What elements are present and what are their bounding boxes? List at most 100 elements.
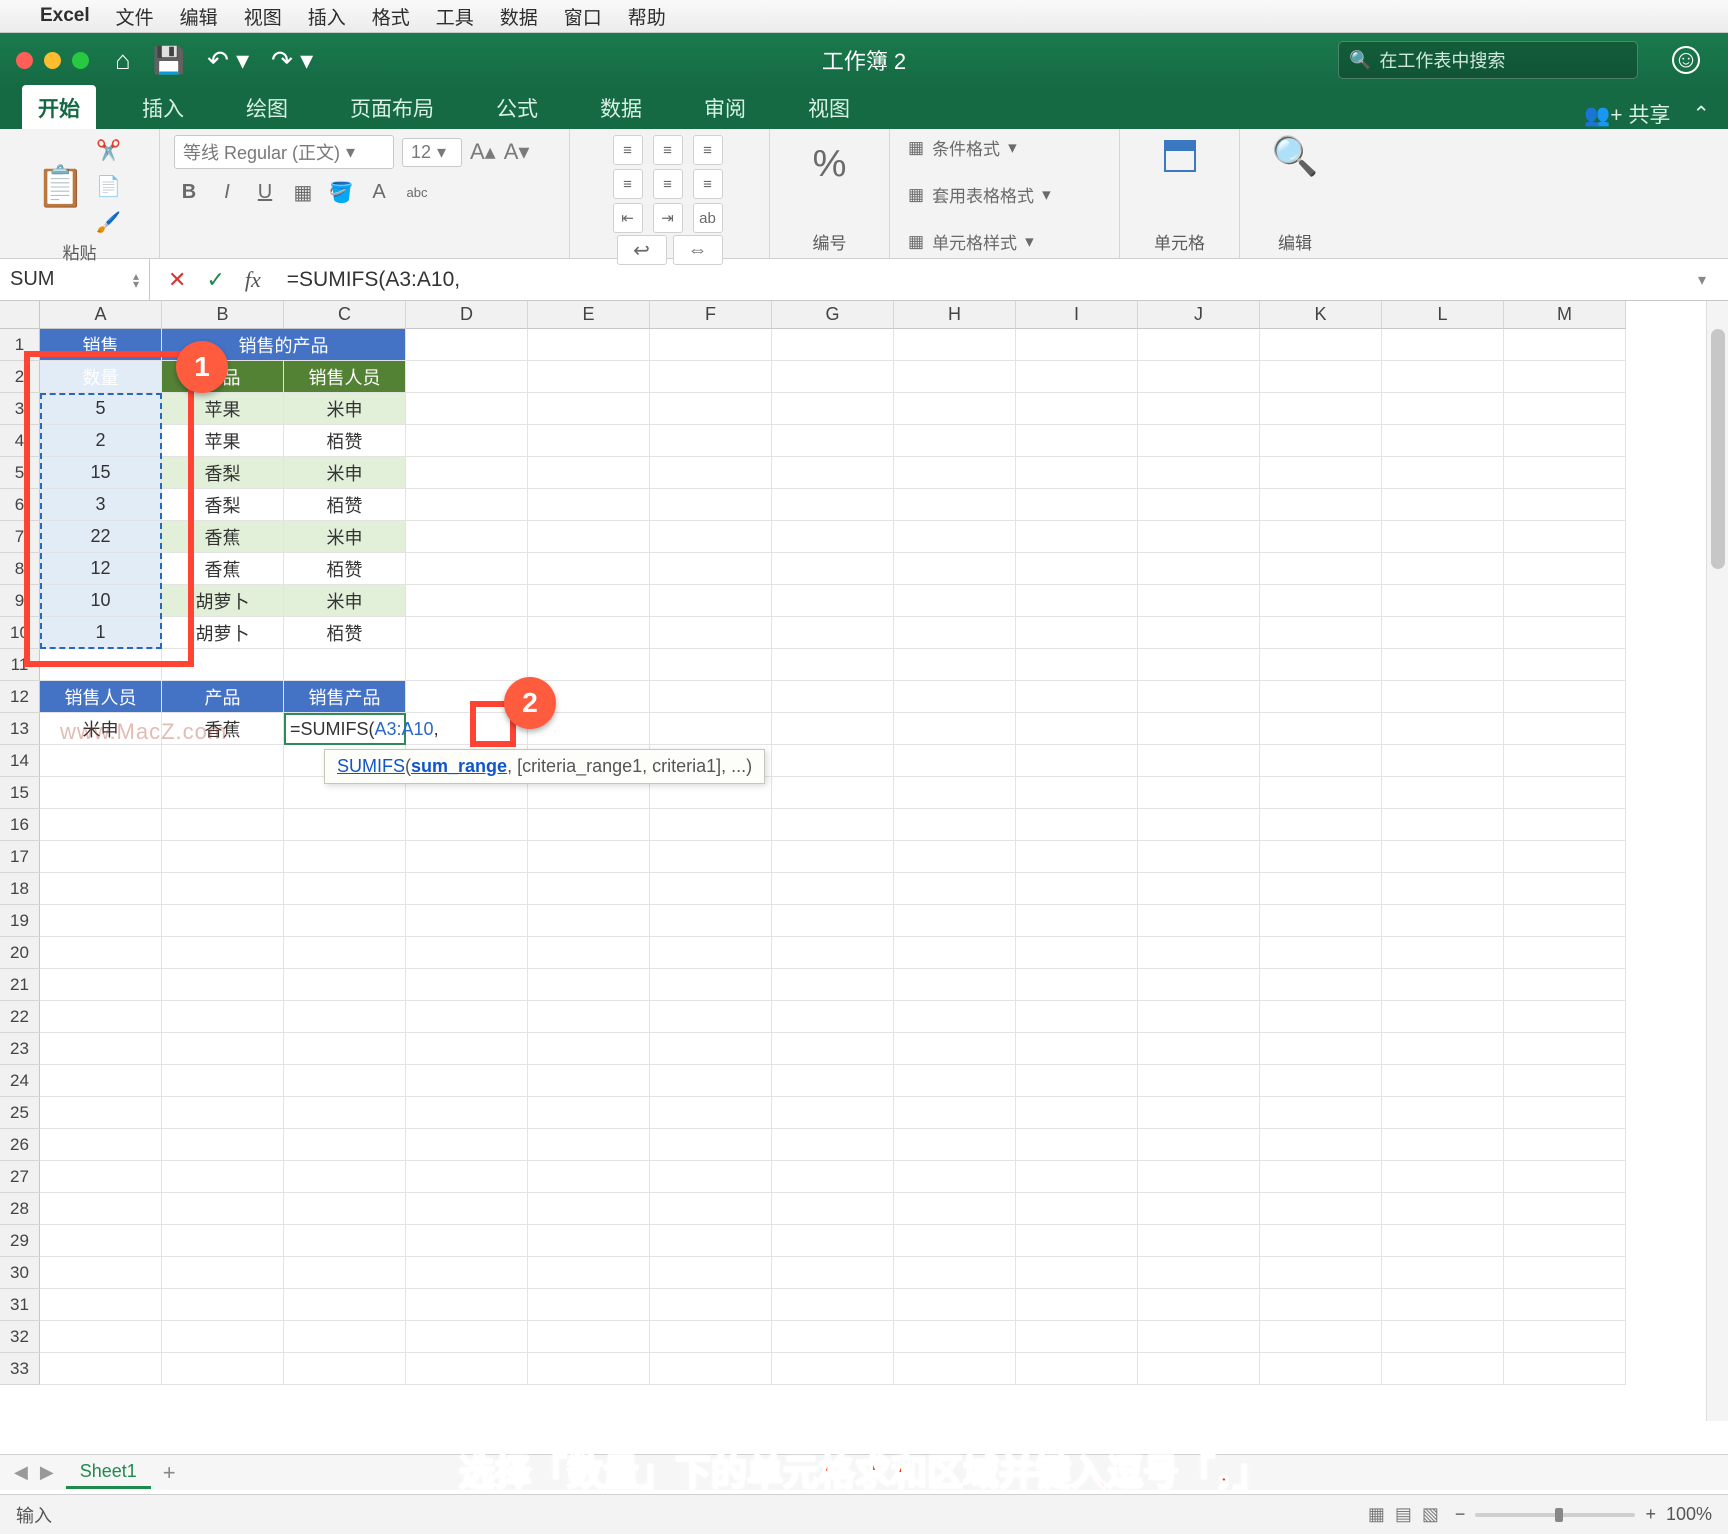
cell[interactable]: 栢赞 [284,617,406,649]
cell[interactable] [1382,553,1504,585]
cell[interactable] [528,1257,650,1289]
column-header[interactable]: H [894,301,1016,329]
cell[interactable] [406,841,528,873]
row-header[interactable]: 21 [0,969,40,1001]
cell[interactable] [772,1321,894,1353]
align-right-icon[interactable]: ≡ [693,169,723,199]
row-header[interactable]: 11 [0,649,40,681]
cell[interactable] [1016,1129,1138,1161]
cell[interactable] [1138,1001,1260,1033]
cell[interactable] [894,553,1016,585]
cell[interactable] [772,1289,894,1321]
cell[interactable] [1504,1321,1626,1353]
column-header[interactable]: K [1260,301,1382,329]
window-zoom-icon[interactable] [72,52,89,69]
cell[interactable] [1504,553,1626,585]
cell[interactable] [1382,1161,1504,1193]
cell[interactable] [40,1001,162,1033]
indent-inc-icon[interactable]: ⇥ [653,203,683,233]
cell[interactable] [162,969,284,1001]
cell[interactable]: 22 [40,521,162,553]
cell[interactable] [1382,745,1504,777]
cell[interactable]: 12 [40,553,162,585]
cell[interactable] [284,841,406,873]
cell[interactable] [1016,745,1138,777]
cell[interactable] [1504,1193,1626,1225]
column-header[interactable]: C [284,301,406,329]
cell[interactable] [1382,1289,1504,1321]
cell[interactable] [1260,1321,1382,1353]
formula-input[interactable]: =SUMIFS(A3:A10, [279,268,1698,292]
font-color-icon[interactable]: A [364,177,394,207]
cell[interactable] [1260,777,1382,809]
cell[interactable] [1260,1129,1382,1161]
cell[interactable] [40,1289,162,1321]
sheet-nav-next-icon[interactable]: ▶ [40,1462,54,1483]
cell[interactable] [406,553,528,585]
cell[interactable] [284,1289,406,1321]
cell[interactable] [1138,649,1260,681]
cell[interactable] [528,1161,650,1193]
cell[interactable] [284,649,406,681]
cell[interactable] [1382,457,1504,489]
select-all-corner[interactable] [0,301,40,329]
cell[interactable] [772,329,894,361]
cell[interactable] [1504,1033,1626,1065]
cell[interactable] [772,1353,894,1385]
cell[interactable] [772,585,894,617]
indent-dec-icon[interactable]: ⇤ [613,203,643,233]
cell[interactable] [650,1257,772,1289]
cell[interactable] [406,617,528,649]
cell[interactable] [40,777,162,809]
cell[interactable] [772,393,894,425]
row-header[interactable]: 26 [0,1129,40,1161]
cell[interactable] [772,521,894,553]
cell[interactable] [1260,553,1382,585]
row-header[interactable]: 22 [0,1001,40,1033]
cell[interactable] [1260,1097,1382,1129]
row-header[interactable]: 10 [0,617,40,649]
row-header[interactable]: 12 [0,681,40,713]
cell[interactable] [772,745,894,777]
cell[interactable] [1138,489,1260,521]
cell[interactable] [1138,1065,1260,1097]
vertical-scrollbar[interactable] [1706,301,1728,1421]
cell[interactable]: 5 [40,393,162,425]
tab-home[interactable]: 开始 [22,85,96,129]
column-header[interactable]: I [1016,301,1138,329]
cell[interactable] [528,1321,650,1353]
cell[interactable]: 米申 [284,457,406,489]
cell[interactable] [1382,1257,1504,1289]
cell[interactable] [284,1161,406,1193]
cell[interactable] [1260,329,1382,361]
cell[interactable] [772,1097,894,1129]
expand-formula-icon[interactable]: ▾ [1698,270,1728,290]
cell[interactable]: 10 [40,585,162,617]
cell[interactable] [284,1001,406,1033]
cell[interactable] [1260,1193,1382,1225]
cell[interactable] [1138,1193,1260,1225]
cell[interactable] [1382,713,1504,745]
cell[interactable] [894,905,1016,937]
cell[interactable] [284,1065,406,1097]
tab-draw[interactable]: 绘图 [230,85,304,129]
cell[interactable] [406,905,528,937]
cell[interactable] [772,1033,894,1065]
save-icon[interactable]: 💾 [153,45,185,76]
cell[interactable] [1382,1129,1504,1161]
conditional-format-button[interactable]: ▦条件格式▾ [908,135,1017,160]
cell[interactable] [772,809,894,841]
cell[interactable] [1138,777,1260,809]
cell[interactable]: 香蕉 [162,521,284,553]
cell[interactable] [40,841,162,873]
cell[interactable] [1138,1257,1260,1289]
underline-icon[interactable]: U [250,177,280,207]
cell[interactable] [650,1321,772,1353]
row-header[interactable]: 32 [0,1321,40,1353]
cell[interactable] [528,393,650,425]
cell[interactable] [1382,1033,1504,1065]
cell[interactable] [650,681,772,713]
cell[interactable] [894,809,1016,841]
number-format-icon[interactable]: % [796,135,864,193]
cell[interactable] [528,841,650,873]
